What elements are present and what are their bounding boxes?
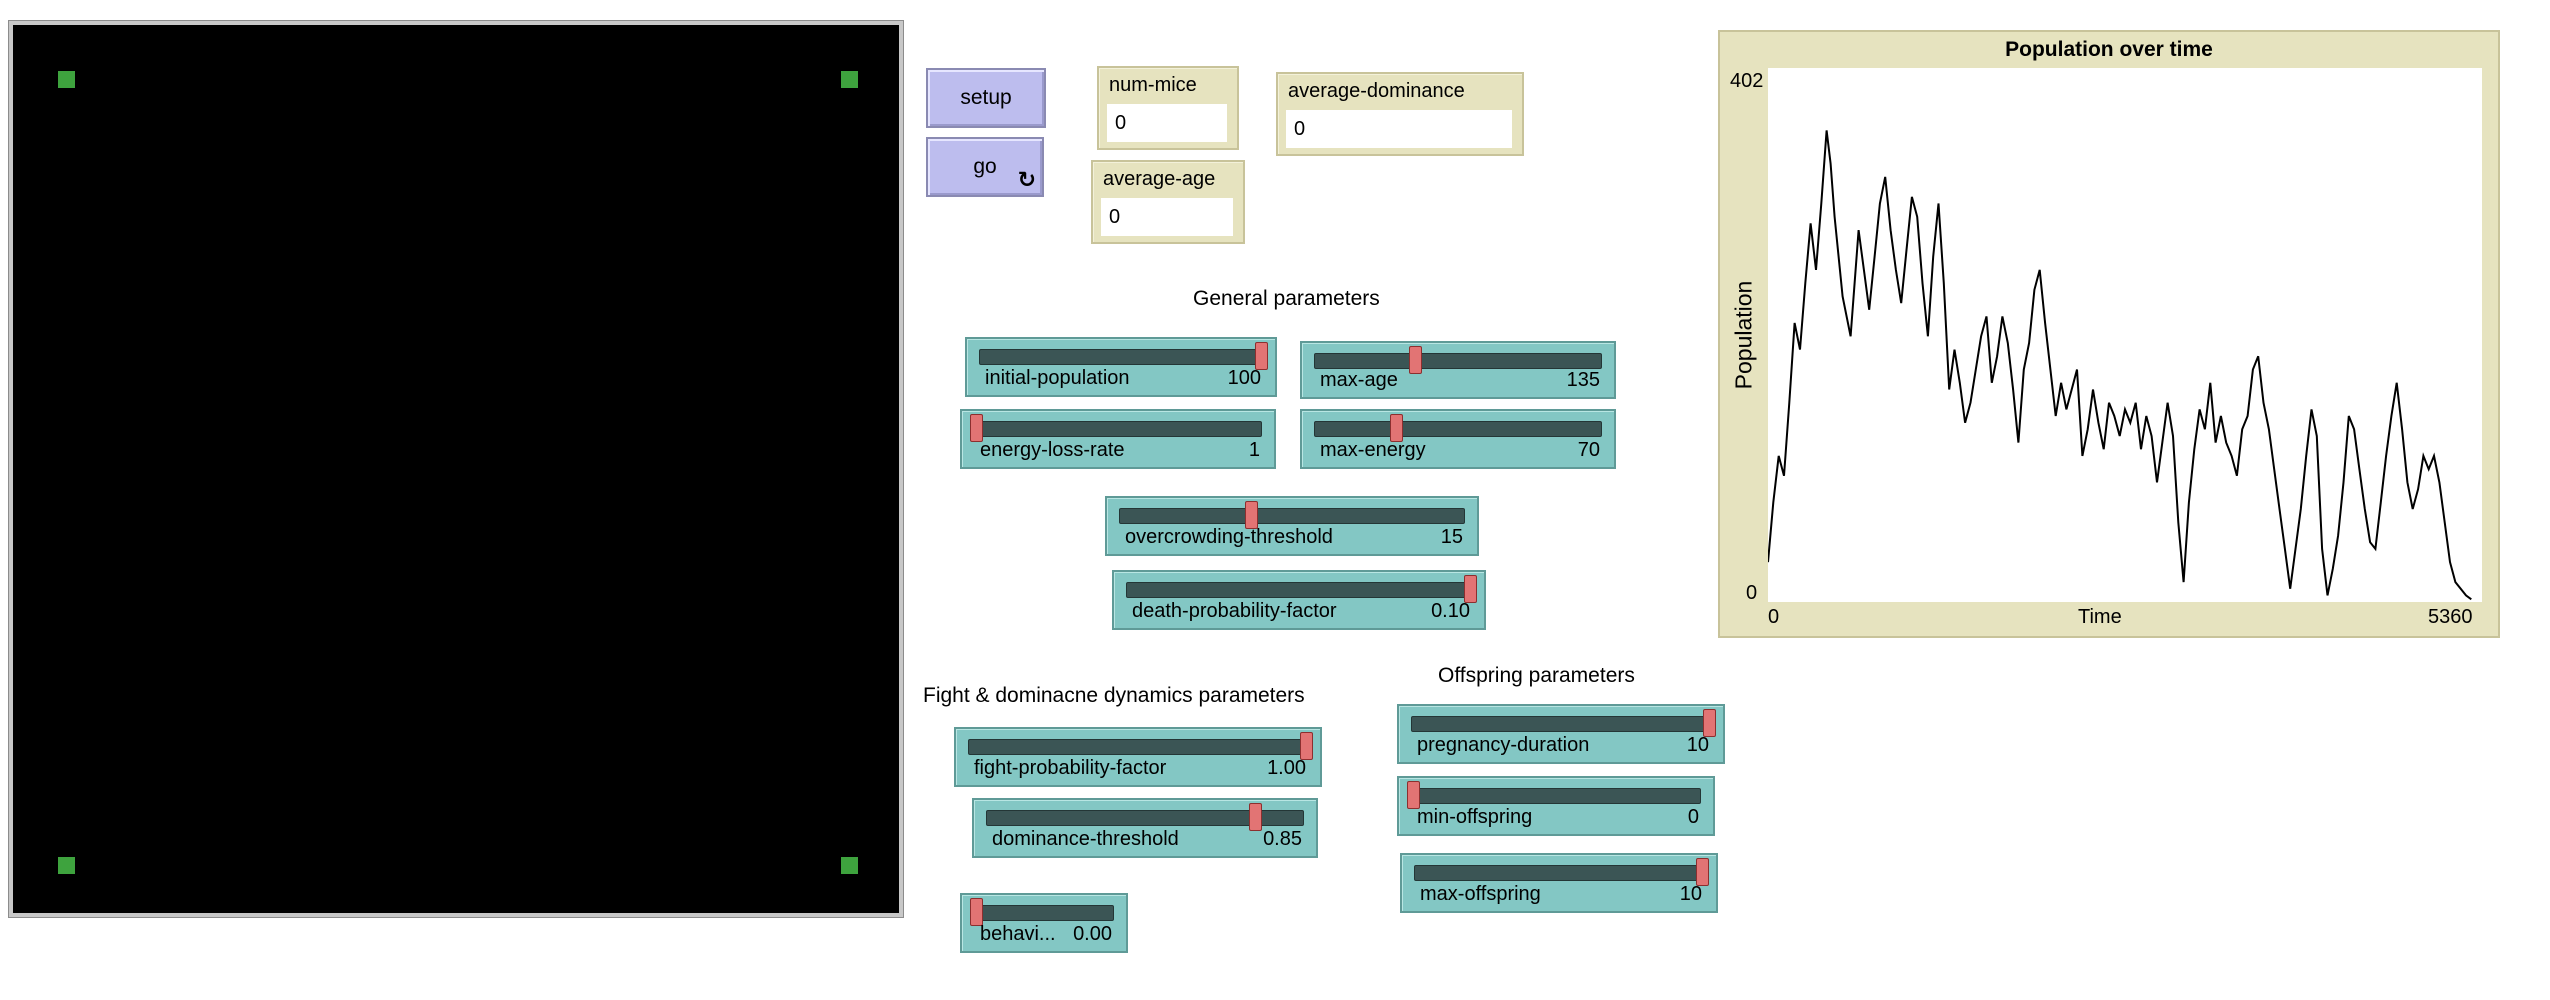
slider-thumb[interactable] bbox=[970, 898, 983, 926]
slider-thumb[interactable] bbox=[1248, 803, 1262, 831]
slider-label: pregnancy-duration bbox=[1417, 734, 1590, 756]
slider-label: min-offspring bbox=[1417, 806, 1533, 828]
dominance-threshold-slider[interactable]: dominance-threshold 0.85 bbox=[972, 798, 1318, 858]
slider-value: 10 bbox=[1679, 883, 1702, 905]
patch-top-left bbox=[58, 71, 75, 88]
slider-value: 100 bbox=[1227, 367, 1261, 389]
slider-value: 0 bbox=[1687, 806, 1699, 828]
setup-button[interactable]: setup bbox=[926, 68, 1046, 128]
patch-top-right bbox=[841, 71, 858, 88]
slider-track[interactable] bbox=[1411, 788, 1701, 804]
go-button-label: go bbox=[973, 155, 997, 178]
x-axis-label: Time bbox=[2078, 606, 2122, 628]
plot-canvas bbox=[1767, 68, 2482, 602]
slider-track[interactable] bbox=[979, 349, 1263, 365]
offspring-parameters-heading: Offspring parameters bbox=[1438, 664, 1635, 687]
overcrowding-threshold-slider[interactable]: overcrowding-threshold 15 bbox=[1105, 496, 1479, 556]
world-canvas[interactable] bbox=[13, 25, 899, 913]
slider-label: dominance-threshold bbox=[992, 828, 1179, 850]
slider-thumb[interactable] bbox=[1389, 414, 1403, 442]
setup-button-label: setup bbox=[960, 86, 1012, 109]
slider-label: fight-probability-factor bbox=[974, 757, 1167, 779]
y-axis-label-area: Population bbox=[1724, 68, 1764, 602]
slider-label: max-energy bbox=[1320, 439, 1426, 461]
pregnancy-duration-slider[interactable]: pregnancy-duration 10 bbox=[1397, 704, 1725, 764]
slider-track[interactable] bbox=[974, 421, 1262, 437]
average-age-label: average-age bbox=[1103, 168, 1216, 190]
slider-thumb[interactable] bbox=[970, 414, 983, 442]
go-button[interactable]: go ↻ bbox=[926, 137, 1044, 197]
slider-thumb[interactable] bbox=[1255, 342, 1268, 370]
min-offspring-slider[interactable]: min-offspring 0 bbox=[1397, 776, 1715, 836]
slider-track[interactable] bbox=[968, 739, 1308, 755]
slider-label: max-age bbox=[1320, 369, 1398, 391]
slider-label: max-offspring bbox=[1420, 883, 1541, 905]
slider-value: 135 bbox=[1566, 369, 1600, 391]
population-plot: Population over time Population 402 0 0 … bbox=[1718, 30, 2500, 638]
fight-dominance-heading: Fight & dominacne dynamics parameters bbox=[923, 684, 1305, 707]
slider-label: overcrowding-threshold bbox=[1125, 526, 1333, 548]
slider-label: behavi... bbox=[980, 923, 1056, 945]
num-mice-value: 0 bbox=[1107, 104, 1227, 142]
energy-loss-rate-slider[interactable]: energy-loss-rate 1 bbox=[960, 409, 1276, 469]
slider-track[interactable] bbox=[1119, 508, 1465, 524]
slider-value: 0.00 bbox=[1073, 923, 1112, 945]
average-dominance-monitor: average-dominance 0 bbox=[1276, 72, 1524, 156]
slider-value: 1.00 bbox=[1267, 757, 1306, 779]
slider-thumb[interactable] bbox=[1703, 709, 1716, 737]
average-age-value: 0 bbox=[1101, 198, 1233, 236]
plot-svg bbox=[1767, 130, 2472, 601]
y-tick-min: 0 bbox=[1746, 582, 1758, 604]
slider-track[interactable] bbox=[1414, 865, 1704, 881]
fight-probability-factor-slider[interactable]: fight-probability-factor 1.00 bbox=[954, 727, 1322, 787]
patch-bottom-right bbox=[841, 857, 858, 874]
forever-loop-icon: ↻ bbox=[1017, 167, 1036, 192]
slider-track[interactable] bbox=[1411, 716, 1711, 732]
plot-title: Population over time bbox=[2005, 38, 2213, 61]
num-mice-monitor: num-mice 0 bbox=[1097, 66, 1239, 150]
x-tick-max: 5360 bbox=[2428, 606, 2473, 628]
world-view[interactable] bbox=[8, 20, 904, 918]
slider-value: 0.10 bbox=[1431, 600, 1470, 622]
y-axis-label: Population bbox=[1730, 280, 1757, 390]
slider-thumb[interactable] bbox=[1300, 732, 1313, 760]
slider-track[interactable] bbox=[1314, 421, 1602, 437]
slider-thumb[interactable] bbox=[1409, 346, 1423, 374]
slider-thumb[interactable] bbox=[1244, 501, 1258, 529]
patch-bottom-left bbox=[58, 857, 75, 874]
slider-label: death-probability-factor bbox=[1132, 600, 1337, 622]
x-tick-min: 0 bbox=[1768, 606, 1780, 628]
slider-value: 10 bbox=[1686, 734, 1709, 756]
slider-value: 70 bbox=[1577, 439, 1600, 461]
slider-thumb[interactable] bbox=[1407, 781, 1420, 809]
max-energy-slider[interactable]: max-energy 70 bbox=[1300, 409, 1616, 469]
population-series-line bbox=[1767, 130, 2472, 601]
slider-value: 0.85 bbox=[1263, 828, 1302, 850]
slider-label: initial-population bbox=[985, 367, 1130, 389]
slider-value: 1 bbox=[1248, 439, 1260, 461]
max-age-slider[interactable]: max-age 135 bbox=[1300, 341, 1616, 399]
slider-thumb[interactable] bbox=[1464, 575, 1477, 603]
average-dominance-label: average-dominance bbox=[1288, 80, 1465, 102]
max-offspring-slider[interactable]: max-offspring 10 bbox=[1400, 853, 1718, 913]
slider-track[interactable] bbox=[1126, 582, 1472, 598]
slider-track[interactable] bbox=[1314, 353, 1602, 369]
num-mice-label: num-mice bbox=[1109, 74, 1197, 96]
general-parameters-heading: General parameters bbox=[1193, 287, 1380, 310]
initial-population-slider[interactable]: initial-population 100 bbox=[965, 337, 1277, 397]
slider-label: energy-loss-rate bbox=[980, 439, 1125, 461]
slider-thumb[interactable] bbox=[1696, 858, 1709, 886]
slider-value: 15 bbox=[1440, 526, 1463, 548]
behavior-slider[interactable]: behavi... 0.00 bbox=[960, 893, 1128, 953]
average-age-monitor: average-age 0 bbox=[1091, 160, 1245, 244]
slider-track[interactable] bbox=[974, 905, 1114, 921]
y-tick-max: 402 bbox=[1730, 70, 1764, 92]
death-probability-factor-slider[interactable]: death-probability-factor 0.10 bbox=[1112, 570, 1486, 630]
average-dominance-value: 0 bbox=[1286, 110, 1512, 148]
